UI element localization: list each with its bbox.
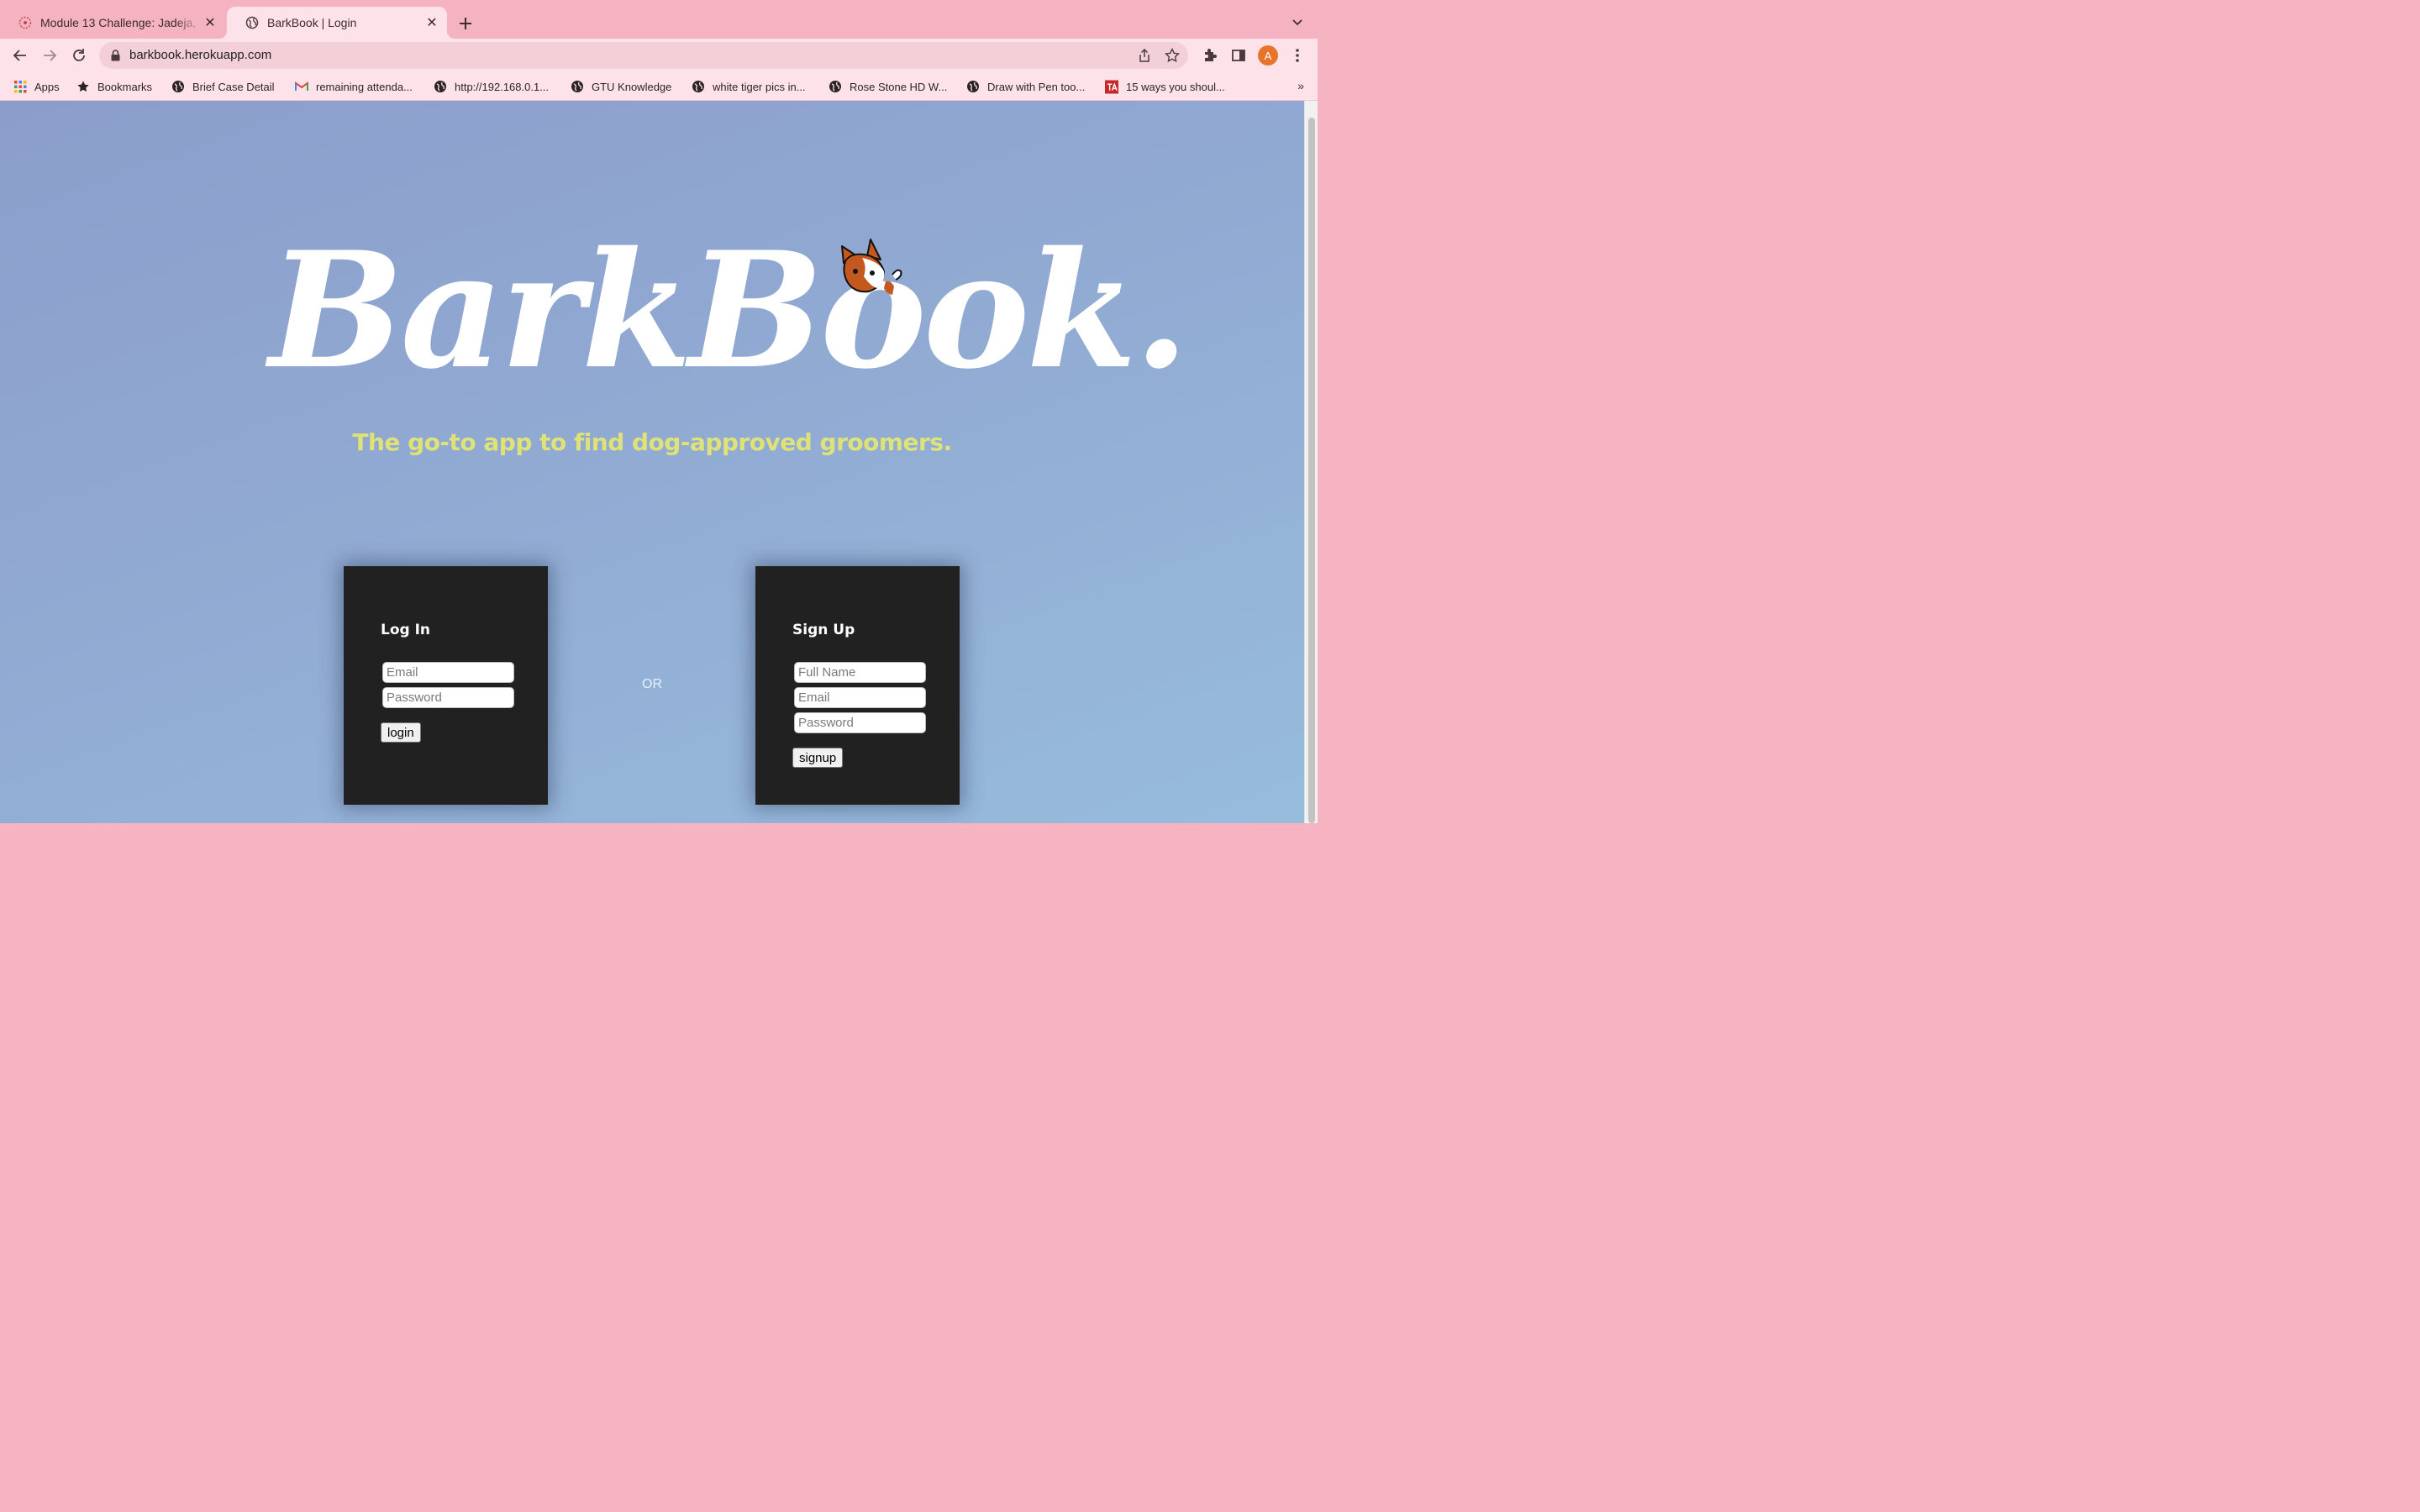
apps-grid-icon <box>13 80 27 93</box>
tab-module-13-challenge[interactable]: Module 13 Challenge: Jadeja, A ✕ <box>0 7 225 39</box>
bookmark-label: white tiger pics in... <box>713 80 806 93</box>
side-panel-icon[interactable] <box>1225 42 1252 69</box>
signup-password-input[interactable] <box>794 712 926 733</box>
signup-button[interactable]: signup <box>792 748 844 768</box>
barkbook-logo: BarkBook. <box>269 223 1189 407</box>
back-button[interactable] <box>7 42 34 69</box>
bookmark-label: Apps <box>34 80 60 93</box>
bookmark-rose-stone[interactable]: Rose Stone HD W... <box>829 78 947 95</box>
reload-button[interactable] <box>66 42 92 69</box>
bookmark-15-ways[interactable]: 15 ways you shoul... <box>1105 78 1225 95</box>
login-heading: Log In <box>381 622 431 638</box>
bookmark-white-tiger-pics[interactable]: white tiger pics in... <box>692 78 806 95</box>
bookmark-brief-case-detail[interactable]: Brief Case Detail <box>171 78 275 95</box>
bookmark-label: Brief Case Detail <box>192 80 275 93</box>
globe-icon <box>966 80 980 93</box>
bookmark-label: Rose Stone HD W... <box>850 80 948 93</box>
globe-icon <box>571 80 584 93</box>
globe-icon <box>829 80 842 93</box>
bookmark-label: http://192.168.0.1... <box>455 80 550 93</box>
bookmark-remaining-attendance[interactable]: remaining attenda... <box>295 78 413 95</box>
lock-icon[interactable] <box>109 49 121 62</box>
signup-heading: Sign Up <box>792 622 855 638</box>
tab-barkbook-login[interactable]: BarkBook | Login ✕ <box>218 7 455 39</box>
bookmark-local-ip[interactable]: http://192.168.0.1... <box>434 78 549 95</box>
globe-icon <box>171 80 185 93</box>
corgi-dog-icon <box>841 239 902 295</box>
browser-menu-icon[interactable] <box>1284 42 1311 69</box>
globe-icon <box>245 16 259 29</box>
forward-button[interactable] <box>36 42 63 69</box>
globe-icon <box>434 80 447 93</box>
close-tab-icon[interactable]: ✕ <box>422 13 442 33</box>
or-separator: OR <box>642 677 662 691</box>
logo-text: BarkBook. <box>269 217 1189 404</box>
profile-avatar[interactable]: A <box>1258 45 1278 66</box>
bookmarks-overflow-button[interactable]: » <box>1297 79 1304 92</box>
close-tab-icon[interactable]: ✕ <box>200 13 220 33</box>
globe-icon <box>692 80 705 93</box>
page-content: BarkBook. The go-to app to find dog-appr… <box>0 101 1304 823</box>
bookmark-bookmarks[interactable]: Bookmarks <box>76 78 152 95</box>
url-text[interactable]: barkbook.herokuapp.com <box>129 48 271 62</box>
tab-search-chevron-icon[interactable] <box>1287 12 1307 32</box>
bookmark-label: GTU Knowledge <box>592 80 672 93</box>
signup-name-input[interactable] <box>794 662 926 683</box>
extensions-puzzle-icon[interactable] <box>1197 42 1223 69</box>
canvas-favicon-icon <box>18 16 32 29</box>
bookmark-apps[interactable]: Apps <box>13 78 60 95</box>
tagline: The go-to app to find dog-approved groom… <box>352 428 952 456</box>
bookmark-label: Bookmarks <box>97 80 153 93</box>
bookmark-gtu-knowledge[interactable]: GTU Knowledge <box>571 78 671 95</box>
login-button[interactable]: login <box>381 722 421 743</box>
new-tab-button[interactable] <box>454 12 477 35</box>
bookmark-draw-with-pen[interactable]: Draw with Pen too... <box>966 78 1085 95</box>
tab-strip: Module 13 Challenge: Jadeja, A ✕ BarkBoo… <box>0 0 1318 39</box>
signup-email-input[interactable] <box>794 687 926 708</box>
bookmark-star-icon[interactable] <box>1163 46 1181 65</box>
browser-toolbar: barkbook.herokuapp.com A <box>0 39 1318 72</box>
share-icon[interactable] <box>1136 47 1153 64</box>
ta-icon <box>1105 80 1118 93</box>
gmail-icon <box>295 80 308 93</box>
page-scrollbar[interactable] <box>1304 101 1318 823</box>
star-icon <box>76 80 90 93</box>
bookmark-label: remaining attenda... <box>316 80 413 93</box>
tab-title: BarkBook | Login <box>267 16 357 29</box>
signup-card: Sign Up signup <box>755 566 960 805</box>
bookmarks-bar: Apps Bookmarks Brief Case Detail remaini… <box>0 72 1318 101</box>
address-bar[interactable]: barkbook.herokuapp.com <box>99 42 1188 69</box>
scrollbar-thumb[interactable] <box>1308 118 1315 823</box>
tab-title: Module 13 Challenge: Jadeja, A <box>40 16 200 29</box>
bookmark-label: Draw with Pen too... <box>987 80 1086 93</box>
bookmark-label: 15 ways you shoul... <box>1126 80 1225 93</box>
